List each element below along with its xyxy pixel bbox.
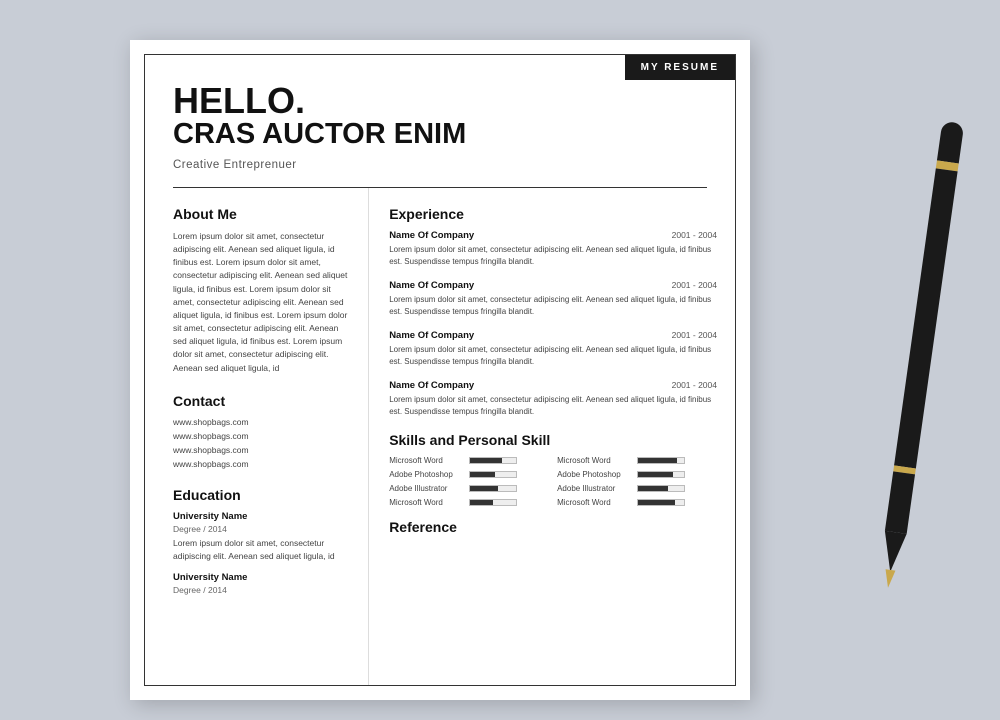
education-heading: Education: [173, 487, 352, 503]
exp-entry-3: Name Of Company 2001 - 2004 Lorem ipsum …: [389, 380, 717, 418]
scene: MY RESUME HELLO. CRAS AUCTOR ENIM Creati…: [0, 0, 1000, 720]
edu-desc-0: Lorem ipsum dolor sit amet, consectetur …: [173, 537, 352, 563]
exp-company-1: Name Of Company: [389, 280, 474, 291]
skill-label-4: Adobe Illustrator: [389, 484, 464, 493]
resume-paper: MY RESUME HELLO. CRAS AUCTOR ENIM Creati…: [130, 40, 750, 700]
pen-body: [894, 168, 958, 468]
reference-heading: Reference: [389, 519, 717, 535]
skill-label-5: Adobe Illustrator: [557, 484, 632, 493]
exp-header-0: Name Of Company 2001 - 2004: [389, 230, 717, 241]
experience-heading: Experience: [389, 206, 717, 222]
skill-bar-2: [469, 471, 517, 478]
about-text: Lorem ipsum dolor sit amet, consectetur …: [173, 230, 352, 375]
skill-item-3: Adobe Photoshop: [557, 470, 717, 479]
skill-bar-6: [469, 499, 517, 506]
contact-item: www.shopbags.com: [173, 459, 352, 469]
skill-bar-fill-2: [470, 472, 495, 477]
skill-label-3: Adobe Photoshop: [557, 470, 632, 479]
skills-section: Skills and Personal Skill Microsoft Word…: [389, 432, 717, 507]
right-column: Experience Name Of Company 2001 - 2004 L…: [369, 188, 735, 686]
skill-label-7: Microsoft Word: [557, 498, 632, 507]
skill-item-5: Adobe Illustrator: [557, 484, 717, 493]
edu-degree-0: Degree / 2014: [173, 524, 352, 534]
pen-lower-body: [885, 471, 915, 533]
resume-columns: About Me Lorem ipsum dolor sit amet, con…: [145, 188, 735, 686]
contact-item: www.shopbags.com: [173, 417, 352, 427]
skills-heading: Skills and Personal Skill: [389, 432, 717, 448]
pen-decoration: [870, 80, 970, 640]
exp-header-1: Name Of Company 2001 - 2004: [389, 280, 717, 291]
exp-dates-2: 2001 - 2004: [672, 330, 717, 340]
exp-entry-1: Name Of Company 2001 - 2004 Lorem ipsum …: [389, 280, 717, 318]
exp-dates-3: 2001 - 2004: [672, 380, 717, 390]
skill-item-0: Microsoft Word: [389, 456, 549, 465]
exp-company-0: Name Of Company: [389, 230, 474, 241]
skill-label-2: Adobe Photoshop: [389, 470, 464, 479]
exp-header-3: Name Of Company 2001 - 2004: [389, 380, 717, 391]
exp-desc-1: Lorem ipsum dolor sit amet, consectetur …: [389, 294, 717, 318]
skill-bar-fill-1: [638, 458, 677, 463]
exp-desc-0: Lorem ipsum dolor sit amet, consectetur …: [389, 244, 717, 268]
pen-taper: [879, 531, 906, 574]
exp-entry-2: Name Of Company 2001 - 2004 Lorem ipsum …: [389, 330, 717, 368]
skill-label-0: Microsoft Word: [389, 456, 464, 465]
skill-item-1: Microsoft Word: [557, 456, 717, 465]
skill-item-7: Microsoft Word: [557, 498, 717, 507]
edu-entry-0: University Name Degree / 2014 Lorem ipsu…: [173, 511, 352, 563]
edu-entry-1: University Name Degree / 2014: [173, 572, 352, 595]
skill-bar-3: [637, 471, 685, 478]
skill-bar-fill-6: [470, 500, 493, 505]
skill-bar-7: [637, 499, 685, 506]
skill-bar-1: [637, 457, 685, 464]
hello-text: HELLO.: [173, 83, 615, 119]
edu-school-1: University Name: [173, 572, 352, 583]
skill-label-1: Microsoft Word: [557, 456, 632, 465]
edu-school-0: University Name: [173, 511, 352, 522]
contact-section: Contact www.shopbags.com www.shopbags.co…: [173, 393, 352, 469]
my-resume-badge: MY RESUME: [625, 55, 735, 80]
skill-bar-0: [469, 457, 517, 464]
skill-bar-fill-7: [638, 500, 675, 505]
exp-company-2: Name Of Company: [389, 330, 474, 341]
reference-section: Reference: [389, 519, 717, 535]
contact-item: www.shopbags.com: [173, 431, 352, 441]
skill-bar-fill-0: [470, 458, 502, 463]
pen: [876, 121, 965, 599]
pen-top-cap: [937, 121, 964, 164]
exp-desc-2: Lorem ipsum dolor sit amet, consectetur …: [389, 344, 717, 368]
contact-heading: Contact: [173, 393, 352, 409]
skill-item-6: Microsoft Word: [389, 498, 549, 507]
resume-inner: MY RESUME HELLO. CRAS AUCTOR ENIM Creati…: [144, 54, 736, 686]
skills-grid: Microsoft Word Microsoft Word: [389, 456, 717, 507]
skill-bar-4: [469, 485, 517, 492]
skill-item-2: Adobe Photoshop: [389, 470, 549, 479]
exp-dates-1: 2001 - 2004: [672, 280, 717, 290]
skill-bar-5: [637, 485, 685, 492]
pen-tip: [883, 569, 895, 588]
exp-entry-0: Name Of Company 2001 - 2004 Lorem ipsum …: [389, 230, 717, 268]
contact-item: www.shopbags.com: [173, 445, 352, 455]
about-section: About Me Lorem ipsum dolor sit amet, con…: [173, 206, 352, 375]
skill-bar-fill-3: [638, 472, 673, 477]
exp-dates-0: 2001 - 2004: [672, 230, 717, 240]
job-title: Creative Entreprenuer: [173, 159, 615, 171]
exp-company-3: Name Of Company: [389, 380, 474, 391]
skill-bar-fill-4: [470, 486, 498, 491]
full-name: CRAS AUCTOR ENIM: [173, 119, 615, 151]
experience-section: Experience Name Of Company 2001 - 2004 L…: [389, 206, 717, 418]
skill-item-4: Adobe Illustrator: [389, 484, 549, 493]
exp-desc-3: Lorem ipsum dolor sit amet, consectetur …: [389, 394, 717, 418]
left-column: About Me Lorem ipsum dolor sit amet, con…: [145, 188, 369, 686]
about-heading: About Me: [173, 206, 352, 222]
education-section: Education University Name Degree / 2014 …: [173, 487, 352, 596]
skill-label-6: Microsoft Word: [389, 498, 464, 507]
exp-header-2: Name Of Company 2001 - 2004: [389, 330, 717, 341]
skill-bar-fill-5: [638, 486, 668, 491]
edu-degree-1: Degree / 2014: [173, 585, 352, 595]
